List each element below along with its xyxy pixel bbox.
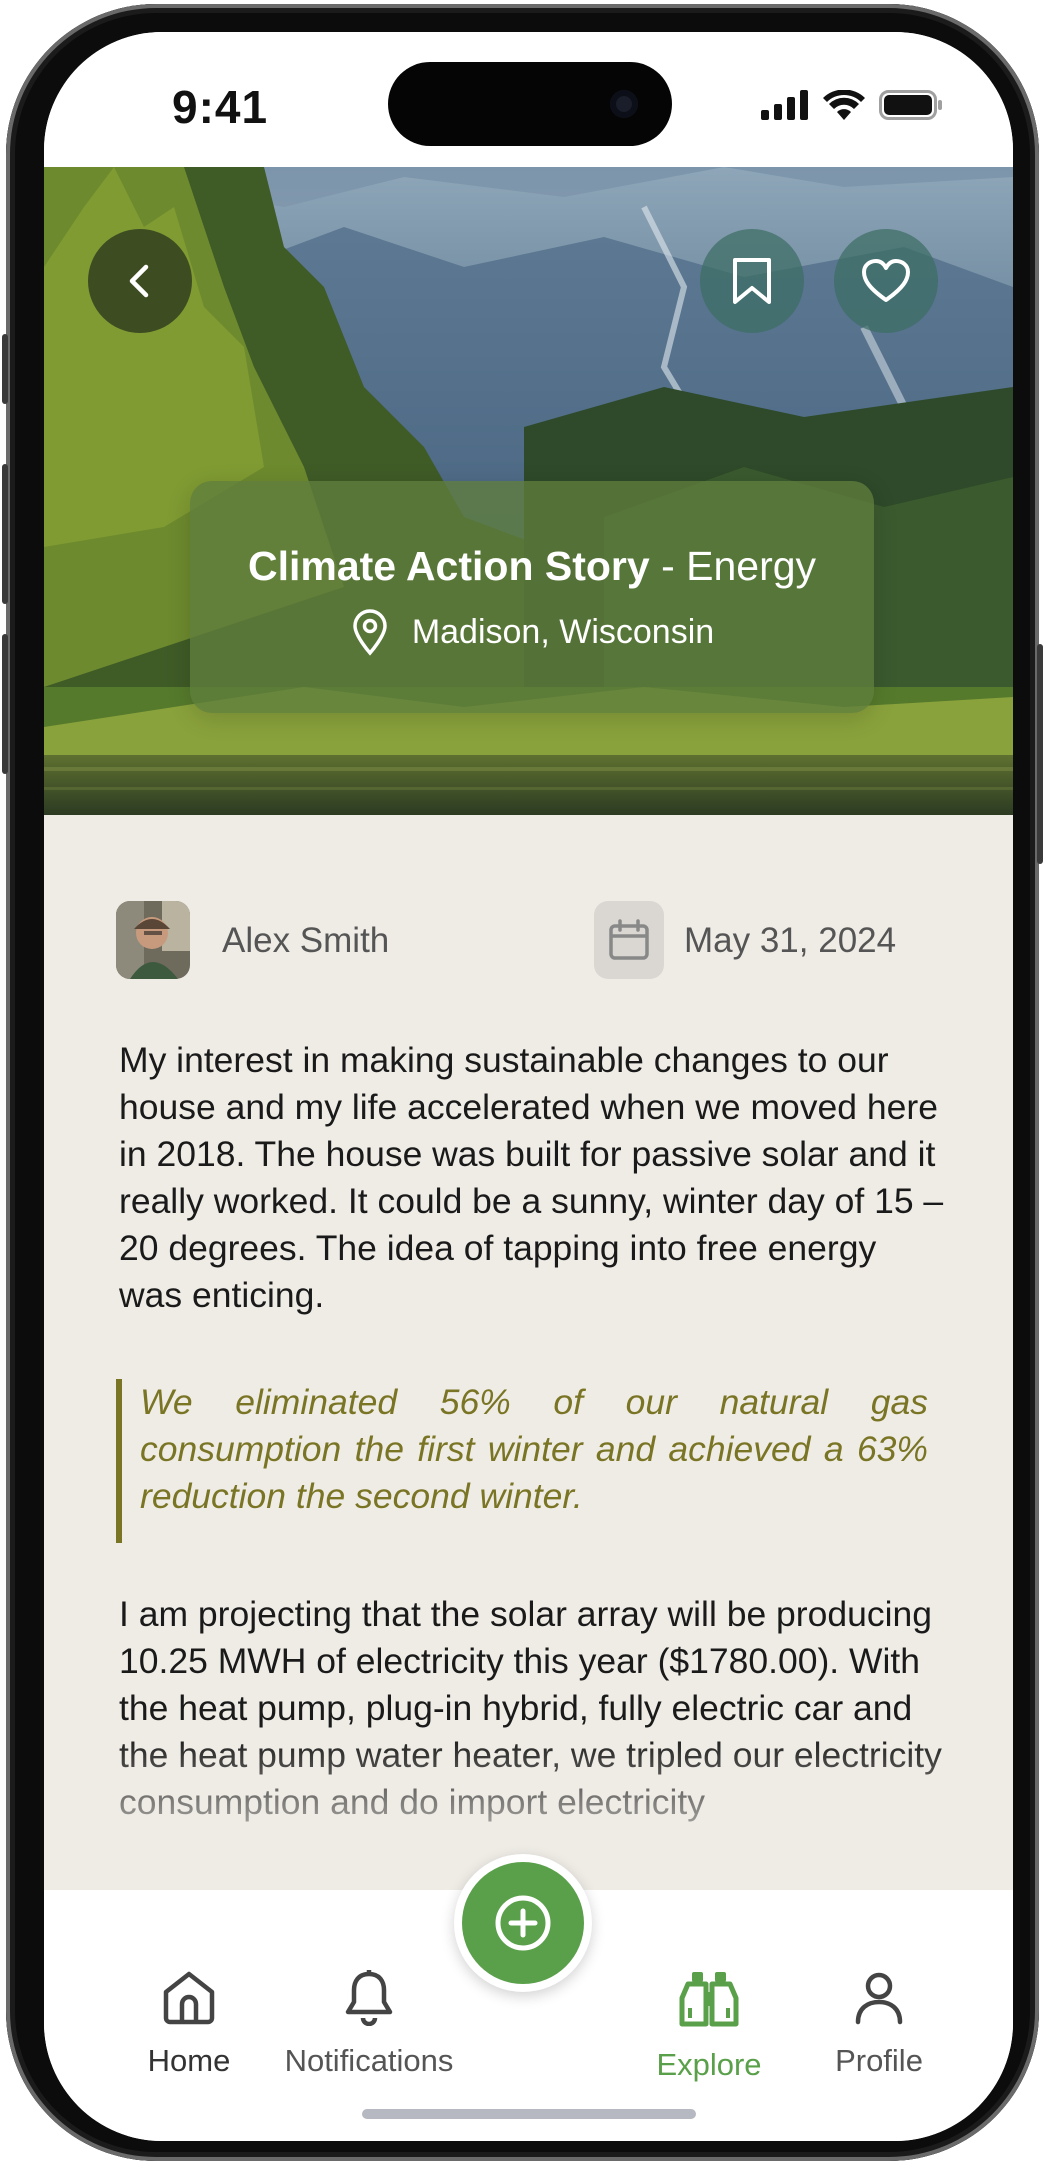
- author-name[interactable]: Alex Smith: [222, 921, 389, 961]
- story-paragraph-1: My interest in making sustainable change…: [119, 1040, 944, 1315]
- tab-profile[interactable]: Profile: [804, 1968, 954, 2079]
- calendar-icon: [609, 919, 649, 960]
- story-title: Climate Action Story - Energy: [190, 543, 874, 590]
- tab-home-label: Home: [147, 2043, 231, 2078]
- battery-icon: [879, 90, 942, 120]
- status-bar: 9:41: [44, 32, 1013, 167]
- tab-notifications[interactable]: Notifications: [244, 1968, 494, 2079]
- status-time: 9:41: [172, 81, 269, 133]
- story-category: - Energy: [649, 543, 817, 589]
- add-story-button-fill: [462, 1862, 584, 1984]
- tab-profile-label: Profile: [835, 2043, 923, 2078]
- phone-frame: 9:41 Climate Action Story - Energy Madis…: [2, 4, 1043, 2161]
- story-meta: Alex Smith May 31, 2024: [116, 901, 941, 979]
- avatar[interactable]: [116, 901, 190, 979]
- map-pin-icon: [353, 609, 387, 656]
- author-avatar-image: [116, 901, 190, 979]
- story-content: Alex Smith May 31, 2024 My interest in m…: [44, 815, 1013, 1935]
- bell-icon: [345, 1970, 393, 2027]
- wifi-icon: [823, 90, 865, 120]
- quote-text: We eliminated 56% of our natural gas con…: [140, 1382, 928, 1516]
- tab-home[interactable]: Home: [114, 1968, 264, 2079]
- chevron-left-icon: [129, 264, 149, 298]
- favorite-button[interactable]: [834, 229, 938, 333]
- user-icon: [855, 1972, 903, 2025]
- location-text: Madison, Wisconsin: [411, 612, 715, 651]
- home-icon: [163, 1971, 215, 2025]
- back-button[interactable]: [88, 229, 192, 333]
- silent-switch: [2, 334, 8, 404]
- tab-explore-label: Explore: [656, 2047, 762, 2082]
- add-story-button[interactable]: [454, 1854, 592, 1992]
- hero-image: Climate Action Story - Energy Madison, W…: [44, 167, 1013, 815]
- volume-up-button: [2, 464, 8, 604]
- story-location: Madison, Wisconsin: [190, 608, 874, 656]
- camera-icon: [610, 90, 638, 118]
- status-icons: [761, 90, 943, 120]
- home-indicator[interactable]: [362, 2109, 696, 2119]
- binoculars-icon: [679, 1972, 739, 2027]
- bookmark-button[interactable]: [700, 229, 804, 333]
- dynamic-island: [388, 62, 672, 146]
- plus-circle-icon: [495, 1895, 551, 1951]
- story-title-card: Climate Action Story - Energy Madison, W…: [190, 481, 874, 713]
- bookmark-icon: [733, 258, 771, 304]
- story-quote: We eliminated 56% of our natural gas con…: [116, 1379, 928, 1543]
- story-title-bold: Climate Action Story: [247, 543, 650, 589]
- tab-notifications-label: Notifications: [284, 2043, 454, 2078]
- signal-icon: [761, 90, 808, 120]
- heart-icon: [862, 259, 910, 302]
- screen: 9:41 Climate Action Story - Energy Madis…: [44, 32, 1013, 2141]
- calendar-badge: [594, 901, 664, 979]
- tab-explore[interactable]: Explore: [634, 1968, 784, 2083]
- volume-down-button: [2, 634, 8, 774]
- power-button: [1037, 644, 1043, 864]
- story-date: May 31, 2024: [684, 921, 897, 960]
